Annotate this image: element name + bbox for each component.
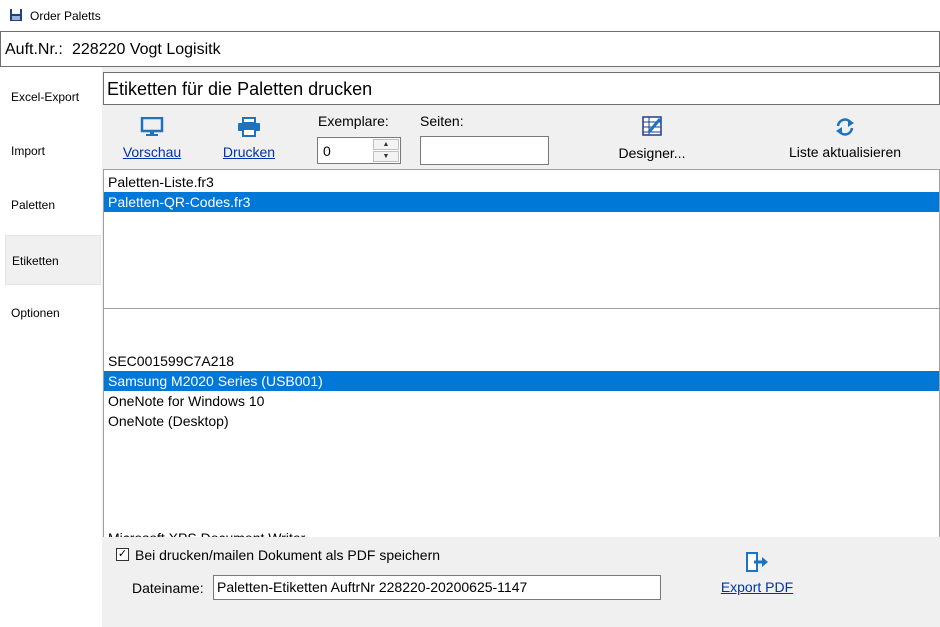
stepper-down-button[interactable]: ▼ — [373, 151, 399, 162]
refresh-list-label: Liste aktualisieren — [788, 144, 902, 160]
sidebar-item-paletten[interactable]: Paletten — [0, 180, 102, 230]
designer-label: Designer... — [618, 145, 686, 161]
save-pdf-checkbox[interactable]: ✓ — [116, 548, 129, 561]
title-bar: Order Paletts — [0, 0, 940, 31]
print-label: Drucken — [222, 144, 276, 160]
export-icon — [746, 552, 768, 572]
stepper-up-button[interactable]: ▲ — [373, 139, 399, 150]
window-title: Order Paletts — [30, 9, 101, 23]
pages-label: Seiten: — [420, 113, 464, 129]
refresh-list-button[interactable]: Liste aktualisieren — [780, 114, 910, 162]
order-number-bar: Auft.Nr.: 228220 Vogt Logisitk — [0, 31, 940, 67]
list-item[interactable]: Paletten-Liste.fr3 — [104, 172, 939, 192]
list-item[interactable]: OneNote for Windows 10 — [104, 391, 939, 411]
copies-label: Exemplare: — [318, 113, 389, 129]
sidebar-item-import[interactable]: Import — [0, 126, 102, 176]
section-header: Etiketten für die Paletten drucken — [103, 72, 940, 105]
printer-icon — [238, 117, 260, 137]
preview-label: Vorschau — [122, 144, 182, 160]
filename-label: Dateiname: — [132, 580, 204, 596]
designer-button[interactable]: Designer... — [608, 114, 696, 162]
save-pdf-label: Bei drucken/mailen Dokument als PDF spei… — [135, 547, 441, 563]
copies-stepper[interactable]: 0 ▲ ▼ — [317, 137, 401, 164]
designer-icon — [642, 116, 662, 136]
app-icon — [10, 9, 22, 21]
pages-input[interactable] — [420, 136, 549, 165]
pdf-options: ✓ Bei drucken/mailen Dokument als PDF sp… — [103, 537, 940, 627]
list-item[interactable]: SEC001599C7A218 — [104, 351, 939, 371]
printer-list[interactable]: SEC001599C7A218 Samsung M2020 Series (US… — [103, 308, 940, 538]
report-list[interactable]: Paletten-Liste.fr3 Paletten-QR-Codes.fr3 — [103, 169, 940, 309]
sidebar-item-excel-export[interactable]: Excel-Export — [0, 72, 102, 122]
filename-input[interactable]: Paletten-Etiketten AuftrNr 228220-202006… — [213, 575, 661, 600]
preview-button[interactable]: Vorschau — [113, 114, 191, 162]
copies-value: 0 — [323, 143, 331, 159]
stepper-buttons: ▲ ▼ — [373, 139, 399, 162]
refresh-icon — [836, 118, 854, 136]
monitor-icon — [140, 117, 164, 136]
sidebar: Excel-Export Import Paletten Etiketten O… — [0, 67, 102, 627]
list-item[interactable]: OneNote (Desktop) — [104, 411, 939, 431]
list-item-selected[interactable]: Paletten-QR-Codes.fr3 — [104, 192, 939, 212]
list-item-selected[interactable]: Samsung M2020 Series (USB001) — [104, 371, 939, 391]
export-pdf-button[interactable]: Export PDF — [713, 551, 801, 599]
sidebar-item-optionen[interactable]: Optionen — [0, 288, 102, 338]
print-button[interactable]: Drucken — [212, 114, 286, 162]
order-number-value: 228220 Vogt Logisitk — [72, 41, 221, 58]
sidebar-item-etiketten[interactable]: Etiketten — [5, 235, 101, 285]
export-pdf-label: Export PDF — [720, 579, 794, 595]
order-number-label: Auft.Nr.: — [5, 41, 63, 58]
section-title: Etiketten für die Paletten drucken — [107, 79, 373, 99]
